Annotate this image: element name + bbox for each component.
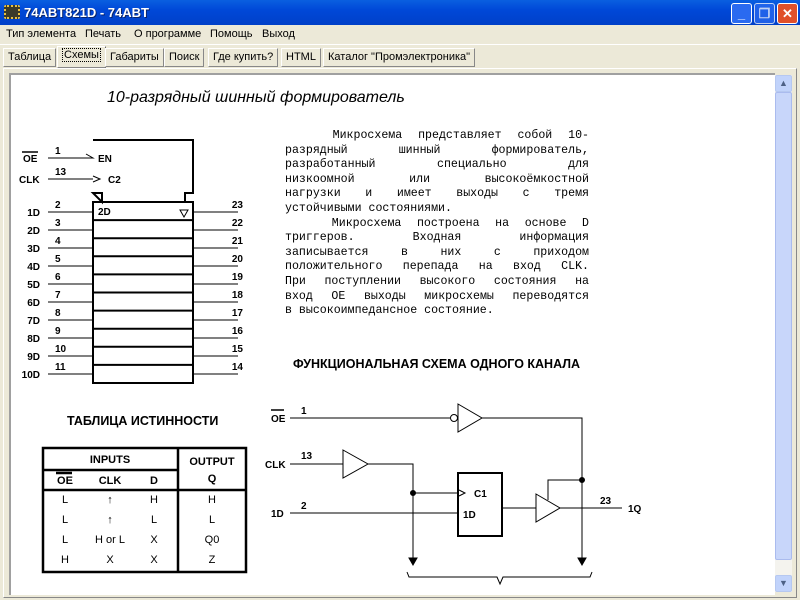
- flip-flop: [457, 472, 503, 537]
- scroll-thumb[interactable]: [775, 92, 792, 560]
- input-pin-number: 3: [55, 218, 61, 229]
- scroll-up-button[interactable]: ▲: [775, 75, 792, 92]
- truth-cell: ↑: [107, 494, 113, 506]
- output-pin-number: 17: [232, 308, 244, 319]
- input-pin-number: 6: [55, 272, 61, 283]
- output-pin-number: 16: [232, 326, 244, 337]
- description-line: устойчивыми состояниями.: [285, 201, 452, 215]
- fn-out-label: 1Q: [628, 504, 642, 515]
- description-line: низкоомной или высокоёмкостной: [285, 172, 589, 186]
- input-label: 6D: [27, 298, 40, 309]
- col-clk: CLK: [99, 475, 122, 487]
- input-label: 1D: [27, 208, 40, 219]
- input-pin-number: 11: [55, 362, 66, 373]
- output-pin-number: 20: [232, 254, 244, 265]
- truth-cell: H: [61, 554, 69, 566]
- truth-cell: L: [62, 534, 68, 546]
- description-line: вход OE выходы микросхемы переводятся: [285, 289, 589, 303]
- input-label: 7D: [27, 316, 40, 327]
- chip-oe-label: OE: [23, 154, 38, 165]
- input-label: 3D: [27, 244, 40, 255]
- description-text: Микросхема представляет собой 10- разрядн…: [285, 129, 589, 319]
- chip-c2-label: C2: [108, 175, 121, 186]
- truth-cell: H: [208, 494, 216, 506]
- truth-cell: X: [106, 554, 114, 566]
- description-line: нагрузки и имеет выходы с тремя: [285, 187, 589, 201]
- functional-title: ФУНКЦИОНАЛЬНАЯ СХЕМА ОДНОГО КАНАЛА: [293, 357, 580, 371]
- fn-clk-pin: 13: [301, 451, 313, 462]
- output-pin-number: 23: [232, 200, 244, 211]
- description-line: Микросхема построена на основе D: [285, 216, 589, 230]
- page-title: 10-разрядный шинный формирователь: [107, 89, 405, 106]
- description-line: в высокоимпедансное состояние.: [285, 304, 494, 318]
- col-oe: OE: [57, 475, 73, 487]
- truth-cell: H or L: [95, 534, 125, 546]
- truth-cell: Z: [209, 554, 216, 566]
- ff-c1-label: C1: [474, 489, 487, 500]
- truth-cell: L: [62, 494, 68, 506]
- output-pin-number: 18: [232, 290, 244, 301]
- input-pin-number: 5: [55, 254, 61, 265]
- fn-d-pin: 2: [301, 501, 307, 512]
- truth-table: ТАБЛИЦА ИСТИННОСТИ INPUTS OUTPUT Q OE CL…: [41, 414, 248, 574]
- tristate-output-icon: [179, 209, 189, 219]
- input-label: 9D: [27, 352, 40, 363]
- output-pin-number: 21: [232, 236, 244, 247]
- bus-brace: [406, 571, 593, 586]
- output-pin-number: 15: [232, 344, 244, 355]
- fn-oe-pin: 1: [301, 406, 307, 417]
- chip-d-label: 2D: [98, 207, 111, 218]
- fn-clk-label: CLK: [265, 460, 286, 471]
- inputs-header: INPUTS: [90, 454, 130, 466]
- vertical-scrollbar[interactable]: ▲ ▼: [775, 75, 792, 592]
- output-q-header: Q: [208, 473, 217, 485]
- truth-cell: L: [151, 514, 157, 526]
- functional-diagram: [271, 403, 622, 586]
- truth-table-title: ТАБЛИЦА ИСТИННОСТИ: [67, 414, 218, 428]
- truth-cell: Q0: [205, 534, 220, 546]
- output-pin-number: 14: [232, 362, 244, 373]
- truth-cell: H: [150, 494, 158, 506]
- description-line: записывается в них с приходом: [285, 245, 589, 259]
- fn-out-pin: 23: [600, 496, 612, 507]
- oe-buffer-icon: [457, 403, 483, 433]
- close-button[interactable]: ✕: [777, 3, 798, 24]
- input-pin-number: 8: [55, 308, 61, 319]
- input-pin-number: 2: [55, 200, 61, 211]
- description-line: разрядный шинный формирователь,: [285, 143, 589, 157]
- truth-cell: ↑: [107, 514, 113, 526]
- truth-cell: X: [150, 554, 158, 566]
- fn-d-label: 1D: [271, 509, 284, 520]
- description-line: Микросхема представляет собой 10-: [285, 129, 589, 142]
- clk-buffer-icon: [342, 449, 370, 479]
- input-pin-number: 4: [55, 236, 61, 247]
- output-pin-number: 22: [232, 218, 244, 229]
- description-line: При поступлении высокого состояния на: [285, 274, 589, 288]
- input-label: 5D: [27, 280, 40, 291]
- input-pin-number: 10: [55, 344, 67, 355]
- description-line: триггеров. Входная информация: [285, 231, 589, 245]
- fn-oe-label: OE: [271, 414, 286, 425]
- truth-cell: L: [209, 514, 215, 526]
- input-pin-number: 7: [55, 290, 61, 301]
- input-label: 8D: [27, 334, 40, 345]
- col-d: D: [150, 475, 158, 487]
- truth-cell: X: [150, 534, 158, 546]
- input-label: 2D: [27, 226, 40, 237]
- description-line: разработанный специально для: [285, 158, 589, 172]
- description-line: положительного перепада на вход CLK.: [285, 260, 589, 274]
- output-pin-number: 19: [232, 272, 244, 283]
- output-header: OUTPUT: [189, 456, 235, 468]
- input-pin-number: 9: [55, 326, 61, 337]
- chip-oe-pin: 1: [55, 146, 61, 157]
- input-label: 10D: [22, 370, 40, 381]
- input-label: 4D: [27, 262, 40, 273]
- chip-clk-label: CLK: [19, 175, 40, 186]
- ff-d-label: 1D: [463, 510, 476, 521]
- chip-clk-pin: 13: [55, 167, 67, 178]
- truth-cell: L: [62, 514, 68, 526]
- chip-en-label: EN: [98, 154, 112, 165]
- scroll-down-button[interactable]: ▼: [775, 575, 792, 592]
